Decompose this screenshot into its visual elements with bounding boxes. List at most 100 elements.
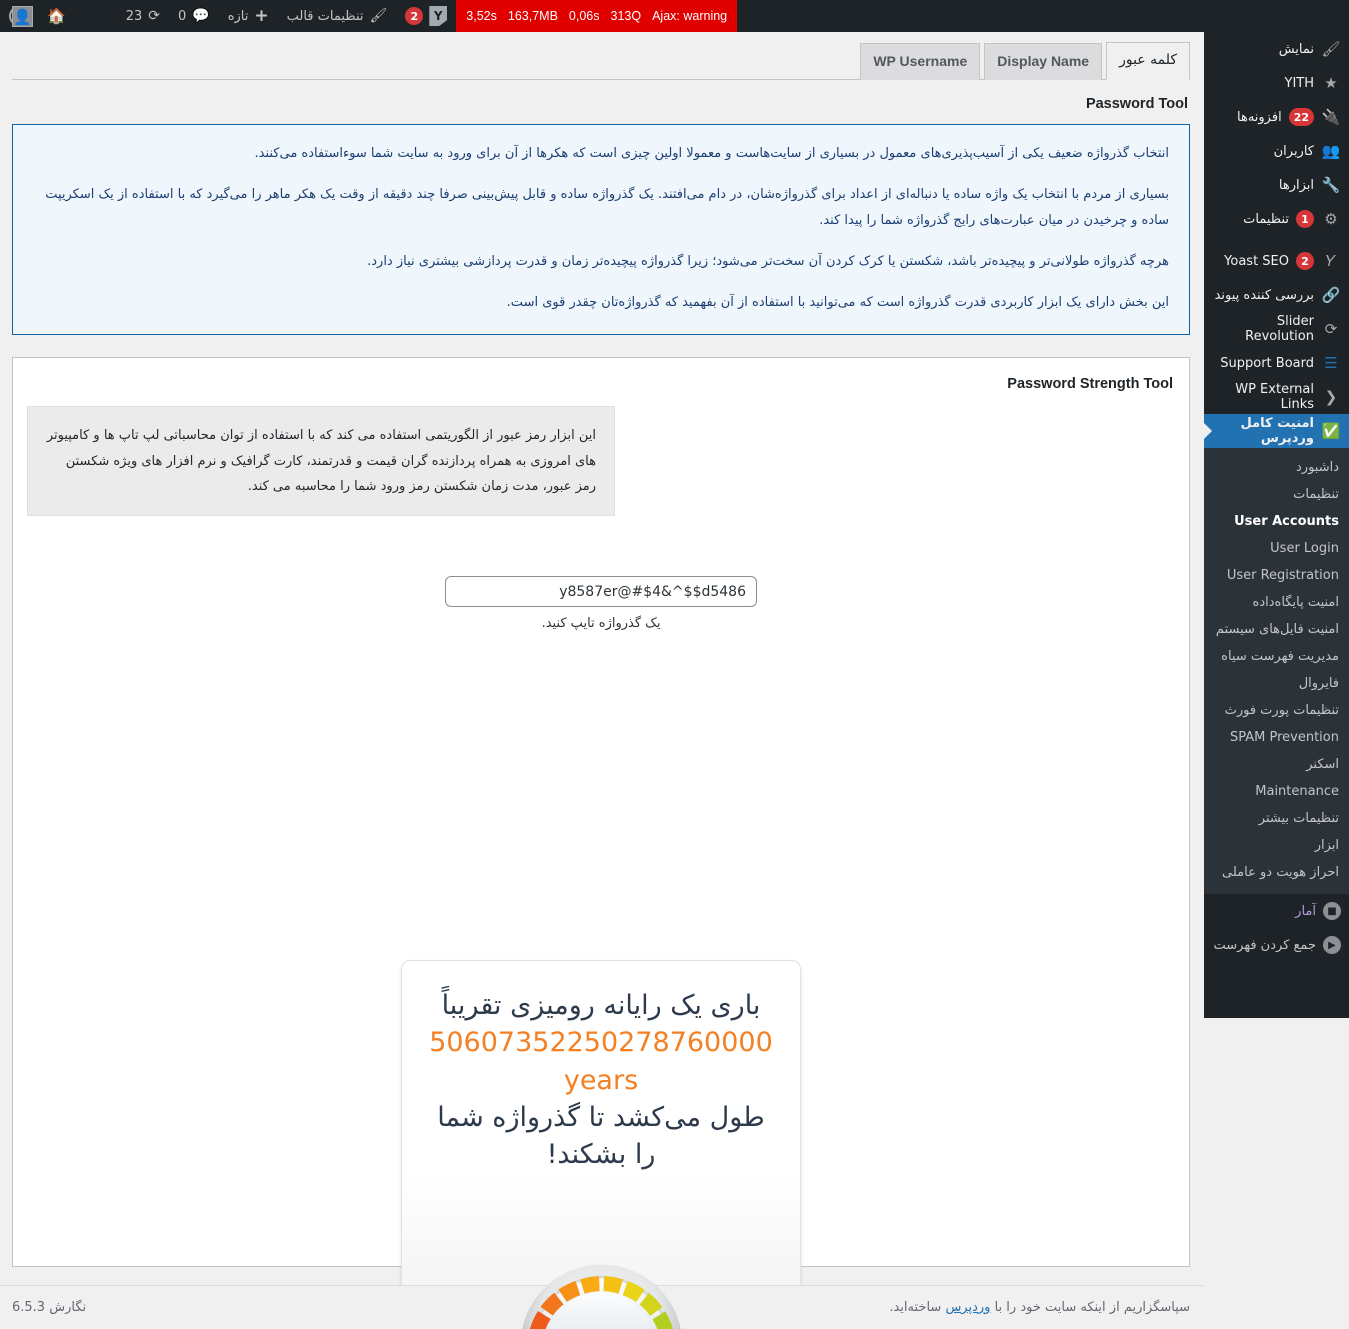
sidebar-item-label: Slider Revolution [1245, 314, 1314, 344]
yoast-icon [429, 6, 448, 26]
footer-thanks-before: سپاسگزاریم از اینکه سایت خود را با [990, 1300, 1190, 1315]
strength-description: این ابزار رمز عبور از الگوریتمی استفاده … [27, 406, 615, 517]
sidebar-subitem-user-registration[interactable]: User Registration [1204, 562, 1349, 589]
sidebar-subitem-scanner[interactable]: اسکنر [1204, 751, 1349, 778]
admin-bar: 🏠 ⟳ 23 💬 0 + تازه 🖌 تنظیمات قالب 2 3,52s… [0, 0, 1349, 32]
sidebar-item-label: YITH [1284, 75, 1315, 91]
yith-icon: ★ [1324, 74, 1338, 92]
sidebar-collapse-label: جمع کردن فهرست [1213, 937, 1316, 953]
sidebar-item-label: امنیت کامل وردپرس [1240, 416, 1315, 446]
sidebar-submenu: داشبورد تنظیمات User Accounts User Login… [1204, 448, 1349, 894]
adminbar-spacer [75, 0, 117, 32]
password-input[interactable] [445, 576, 757, 608]
info-paragraph-2: بسیاری از مردم با انتخاب یک واژه ساده یا… [45, 186, 1169, 229]
tools-icon: 🔧 [1321, 176, 1341, 194]
sidebar-subitem-spam-prevention[interactable]: SPAM Prevention [1204, 724, 1349, 751]
yoast-icon: 𝑌 [1325, 252, 1337, 270]
sidebar-subitem-user-accounts[interactable]: User Accounts [1204, 508, 1349, 535]
tab-display-name[interactable]: Display Name [984, 43, 1103, 80]
sidebar-item-label: تنظیمات [1243, 211, 1289, 227]
panel-title: Password Strength Tool [1007, 376, 1173, 393]
sidebar-subitem-settings[interactable]: تنظیمات [1204, 481, 1349, 508]
user-avatar-icon[interactable] [12, 6, 33, 27]
adminbar-updates-count: 23 [125, 8, 143, 24]
comment-icon: 💬 [192, 8, 210, 24]
admin-sidebar-menu: 🖌 نمایش ★ YITH 🔌 22 افزونه‌ها 👥 کاربران … [1204, 32, 1349, 1018]
adminbar-new-content[interactable]: + تازه [219, 0, 278, 32]
result-suffix: طول می‌کشد تا گذرواژه شما را بشکند! [437, 1101, 765, 1171]
sidebar-subitem-two-factor-auth[interactable]: احراز هویت دو عاملی [1204, 859, 1349, 886]
debug-time: 3,52s [466, 9, 497, 23]
tab-password[interactable]: کلمه عبور [1106, 42, 1190, 80]
adminbar-theme-settings[interactable]: 🖌 تنظیمات قالب [278, 0, 397, 32]
sidebar-item-yoast-seo[interactable]: 𝑌 2 Yoast SEO [1204, 244, 1349, 278]
sidebar-subitem-maintenance[interactable]: Maintenance [1204, 778, 1349, 805]
plugins-icon: 🔌 [1321, 108, 1341, 126]
sidebar-collapse-button[interactable]: ▶ جمع کردن فهرست [1204, 928, 1349, 962]
sidebar-item-plugins[interactable]: 🔌 22 افزونه‌ها [1204, 100, 1349, 134]
sidebar-item-appearance[interactable]: 🖌 نمایش [1204, 32, 1349, 66]
sidebar-item-stats[interactable]: ■ آمار [1204, 894, 1349, 928]
sidebar-item-label: ابزارها [1278, 177, 1314, 193]
debug-queries: 313Q [610, 9, 642, 23]
sidebar-item-label: WP External Links [1235, 382, 1314, 412]
sidebar-item-slider-revolution[interactable]: ⟳ Slider Revolution [1204, 312, 1349, 346]
footer-thanks-after: ساخته‌اید. [889, 1300, 946, 1315]
sidebar-subitem-database-security[interactable]: امنیت پایگاه‌داده [1204, 589, 1349, 616]
sidebar-item-users[interactable]: 👥 کاربران [1204, 134, 1349, 168]
tab-bar: WP Username Display Name کلمه عبور [12, 32, 1190, 80]
sidebar-item-tools[interactable]: 🔧 ابزارها [1204, 168, 1349, 202]
adminbar-debug-bar[interactable]: 3,52s 163,7MB 0,06s 313Q Ajax: warning [456, 0, 738, 32]
tab-wp-username[interactable]: WP Username [860, 43, 981, 80]
result-text: باری یک رایانه رومیزی تقریباً 5060735225… [424, 987, 778, 1173]
sidebar-subitem-miscellaneous[interactable]: تنظیمات بیشتر [1204, 805, 1349, 832]
sidebar-item-label: نمایش [1278, 41, 1314, 57]
info-paragraph-4: این بخش دارای یک ابزار کاربردی قدرت گذرو… [506, 294, 1169, 310]
sidebar-item-settings[interactable]: ⚙ 1 تنظیمات [1204, 202, 1349, 236]
sidebar-subitem-filesystem-security[interactable]: امنیت فایل‌های سیستم [1204, 616, 1349, 643]
wp-body: WP Username Display Name کلمه عبور Passw… [0, 32, 1204, 1329]
settings-icon: ⚙ [1324, 210, 1338, 228]
support-board-icon: ☰ [1324, 354, 1338, 372]
result-number: 50607352250278760000 [429, 1027, 773, 1059]
sidebar-subitem-user-login[interactable]: User Login [1204, 535, 1349, 562]
collapse-arrow-icon: ▶ [1323, 936, 1341, 954]
sidebar-subitem-firewall[interactable]: فایروال [1204, 670, 1349, 697]
crack-time-result-card: باری یک رایانه رومیزی تقریباً 5060735225… [401, 960, 801, 1306]
sidebar-subitem-blacklist-manager[interactable]: مدیریت فهرست سیاه [1204, 643, 1349, 670]
sidebar-item-link-checker[interactable]: 🔗 بررسی کننده پیوند [1204, 278, 1349, 312]
sidebar-item-yith[interactable]: ★ YITH [1204, 66, 1349, 100]
password-hint: یک گذرواژه تایپ کنید. [541, 616, 661, 632]
sidebar-item-wp-external-links[interactable]: ❮ WP External Links [1204, 380, 1349, 414]
brush-icon: 🖌 [369, 8, 388, 24]
adminbar-updates[interactable]: ⟳ 23 [117, 0, 169, 32]
sidebar-item-label: افزونه‌ها [1237, 109, 1282, 125]
sidebar-item-wordpress-security[interactable]: ✅ امنیت کامل وردپرس [1204, 414, 1349, 448]
wordpress-link[interactable]: وردپرس [945, 1300, 990, 1315]
sidebar-subitem-tools[interactable]: ابزار [1204, 832, 1349, 859]
adminbar-comments[interactable]: 💬 0 [169, 0, 219, 32]
stats-icon: ■ [1323, 902, 1341, 920]
shield-check-icon: ✅ [1321, 422, 1341, 440]
debug-ajax-status: Ajax: warning [652, 9, 728, 23]
adminbar-yoast[interactable]: 2 [396, 0, 456, 32]
appearance-icon: 🖌 [1321, 40, 1341, 58]
sidebar-subitem-dashboard[interactable]: داشبورد [1204, 454, 1349, 481]
debug-memory: 163,7MB [507, 9, 558, 23]
password-strength-gauge: قدرت گذرواژه [519, 1263, 684, 1329]
slider-revolution-icon: ⟳ [1324, 320, 1338, 338]
sidebar-settings-badge: 1 [1296, 210, 1314, 228]
plus-icon: + [254, 6, 269, 26]
adminbar-new-label: تازه [227, 8, 249, 24]
home-icon: 🏠 [47, 7, 66, 25]
result-unit: years [563, 1064, 639, 1096]
adminbar-site-home[interactable]: 🏠 [38, 0, 75, 32]
adminbar-theme-settings-label: تنظیمات قالب [286, 8, 364, 24]
sidebar-subitem-brute-force[interactable]: تنظیمات پورت فورث [1204, 697, 1349, 724]
link-checker-icon: 🔗 [1321, 286, 1341, 304]
page-title: Password Tool [1085, 96, 1188, 112]
sidebar-item-support-board[interactable]: ☰ Support Board [1204, 346, 1349, 380]
adminbar-comments-count: 0 [177, 8, 187, 24]
sidebar-item-label: آمار [1295, 903, 1316, 919]
adminbar-yoast-badge: 2 [405, 7, 424, 25]
